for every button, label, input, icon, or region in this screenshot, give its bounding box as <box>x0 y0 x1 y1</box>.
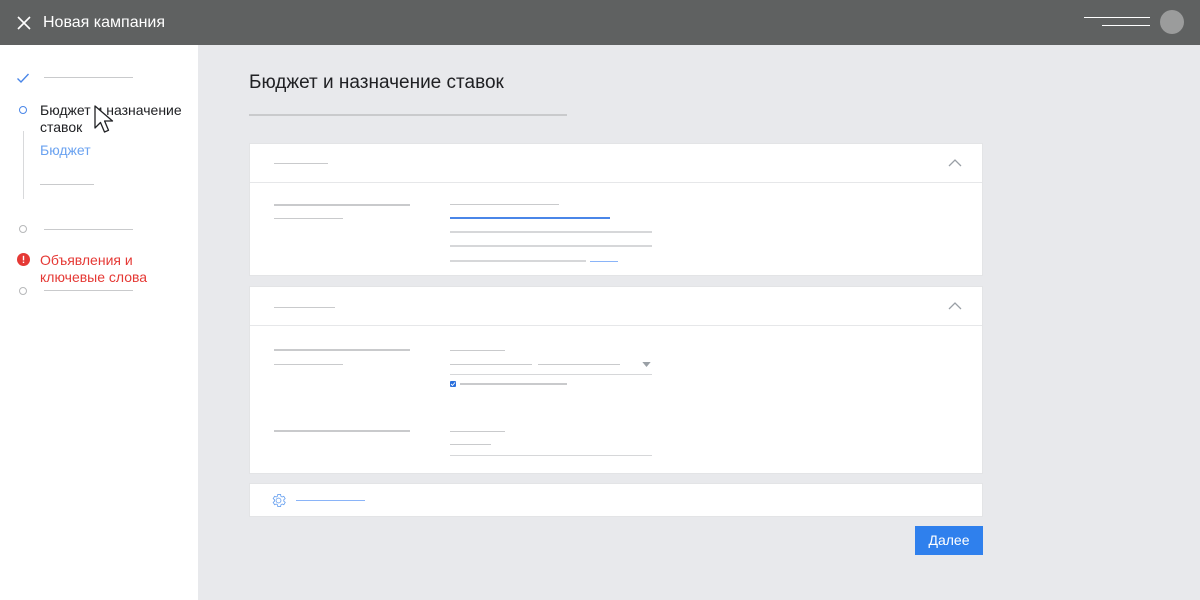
circle-icon <box>19 287 27 295</box>
budget-input-field[interactable] <box>450 217 610 219</box>
input-value-placeholder <box>450 444 491 445</box>
card-header-placeholder <box>274 163 328 164</box>
dropdown-arrow-icon[interactable] <box>642 362 651 367</box>
card-divider <box>250 182 982 183</box>
budget-card <box>249 143 983 276</box>
card-header-placeholder <box>274 307 335 308</box>
top-bar: Новая кампания <box>0 0 1200 45</box>
step-placeholder-line <box>44 77 133 78</box>
cursor-icon <box>94 105 114 133</box>
checkbox-icon[interactable] <box>450 381 456 387</box>
page-title-header: Новая кампания <box>43 14 166 31</box>
bid-input-underline[interactable] <box>450 455 652 456</box>
card-divider <box>250 325 982 326</box>
step-connector <box>23 131 24 199</box>
top-placeholder-line-1 <box>1084 17 1150 18</box>
field-label-placeholder <box>274 204 410 206</box>
additional-settings-card[interactable] <box>249 483 983 517</box>
bidding-select-underline[interactable] <box>450 374 652 375</box>
step-placeholder-line <box>44 290 133 291</box>
top-placeholder-line-2 <box>1102 25 1150 26</box>
checkmark-icon <box>450 382 456 387</box>
close-icon[interactable] <box>14 13 34 33</box>
step-label-error: Объявления и ключевые слова <box>40 252 148 285</box>
additional-settings-link[interactable] <box>296 500 365 501</box>
step-placeholder-line <box>44 229 133 230</box>
substep-placeholder-line <box>40 184 94 185</box>
chevron-up-icon[interactable] <box>948 301 962 311</box>
hint-placeholder-line <box>450 231 652 233</box>
gear-icon <box>272 494 286 507</box>
select-value-placeholder <box>450 364 532 365</box>
error-icon <box>17 253 30 266</box>
input-label-placeholder <box>450 431 505 432</box>
bidding-card <box>249 286 983 474</box>
select-value-placeholder <box>538 364 620 365</box>
field-label-placeholder <box>274 364 343 365</box>
substep-budget[interactable]: Бюджет <box>40 142 91 159</box>
checkbox-label-placeholder <box>460 383 567 385</box>
checkmark-icon <box>17 73 30 84</box>
hint-placeholder-line <box>450 260 586 262</box>
title-underline <box>249 114 567 116</box>
field-label-placeholder <box>274 349 410 351</box>
page-title: Бюджет и назначение ставок <box>249 72 504 93</box>
field-label-placeholder <box>274 218 343 219</box>
next-button[interactable]: Далее <box>915 526 983 555</box>
chevron-up-icon[interactable] <box>948 158 962 168</box>
field-label-placeholder <box>274 430 410 432</box>
learn-more-link[interactable] <box>590 261 618 262</box>
hint-placeholder-line <box>450 245 652 247</box>
circle-icon <box>19 106 27 114</box>
select-label-placeholder <box>450 350 505 351</box>
circle-icon <box>19 225 27 233</box>
input-label-placeholder <box>450 204 559 205</box>
avatar[interactable] <box>1160 10 1184 34</box>
